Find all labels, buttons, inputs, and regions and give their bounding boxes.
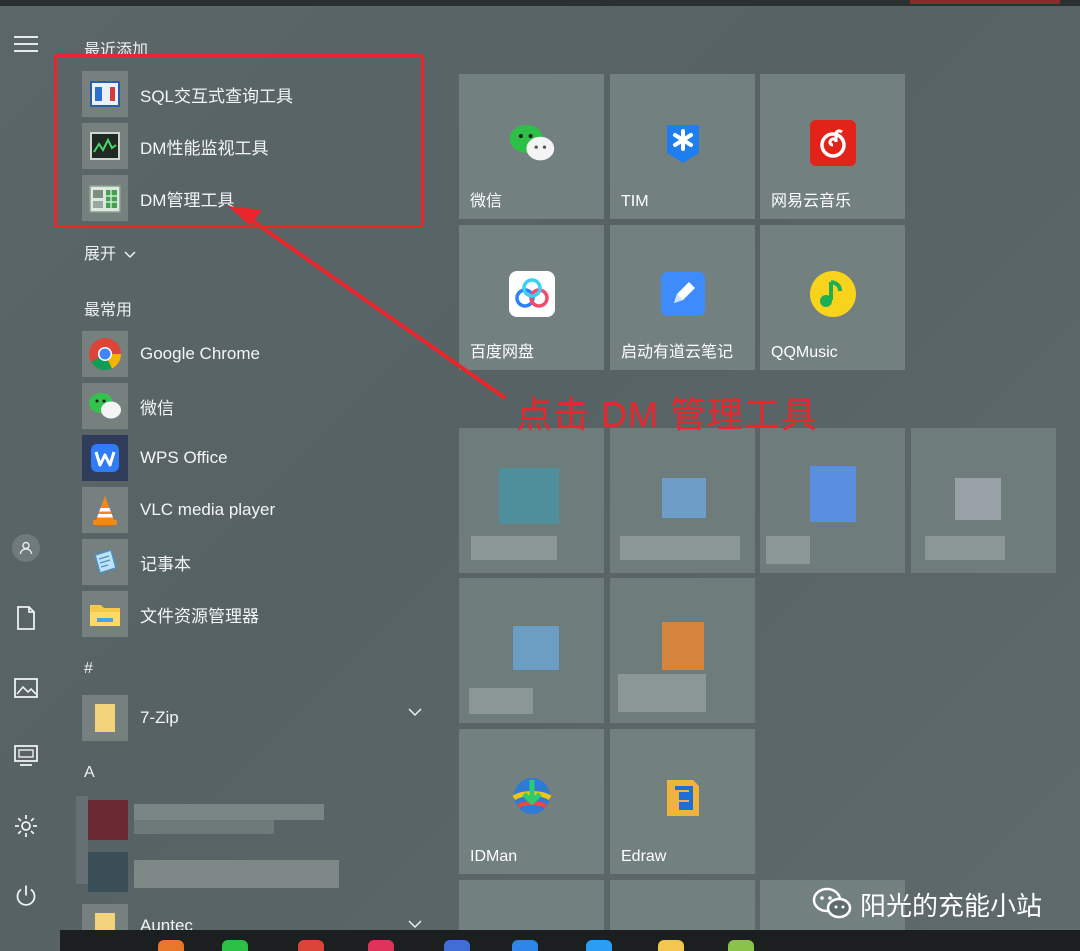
wechat-icon — [812, 887, 852, 919]
taskbar-app-icon[interactable] — [658, 940, 684, 951]
taskbar-app-icon[interactable] — [444, 940, 470, 951]
taskbar-app-icon[interactable] — [512, 940, 538, 951]
taskbar-app-icon[interactable] — [728, 940, 754, 951]
taskbar-app-icon[interactable] — [368, 940, 394, 951]
watermark-text: 阳光的充能小站 — [860, 891, 1043, 922]
annotation-text: 点击 DM 管理工具 — [516, 394, 818, 435]
watermark: 阳光的充能小站 — [812, 884, 1042, 924]
taskbar-app-icon[interactable] — [158, 940, 184, 951]
annotation-arrow — [228, 206, 507, 400]
taskbar-app-icon[interactable] — [298, 940, 324, 951]
taskbar-app-icon[interactable] — [222, 940, 248, 951]
taskbar-app-icon[interactable] — [586, 940, 612, 951]
taskbar — [60, 930, 1080, 951]
